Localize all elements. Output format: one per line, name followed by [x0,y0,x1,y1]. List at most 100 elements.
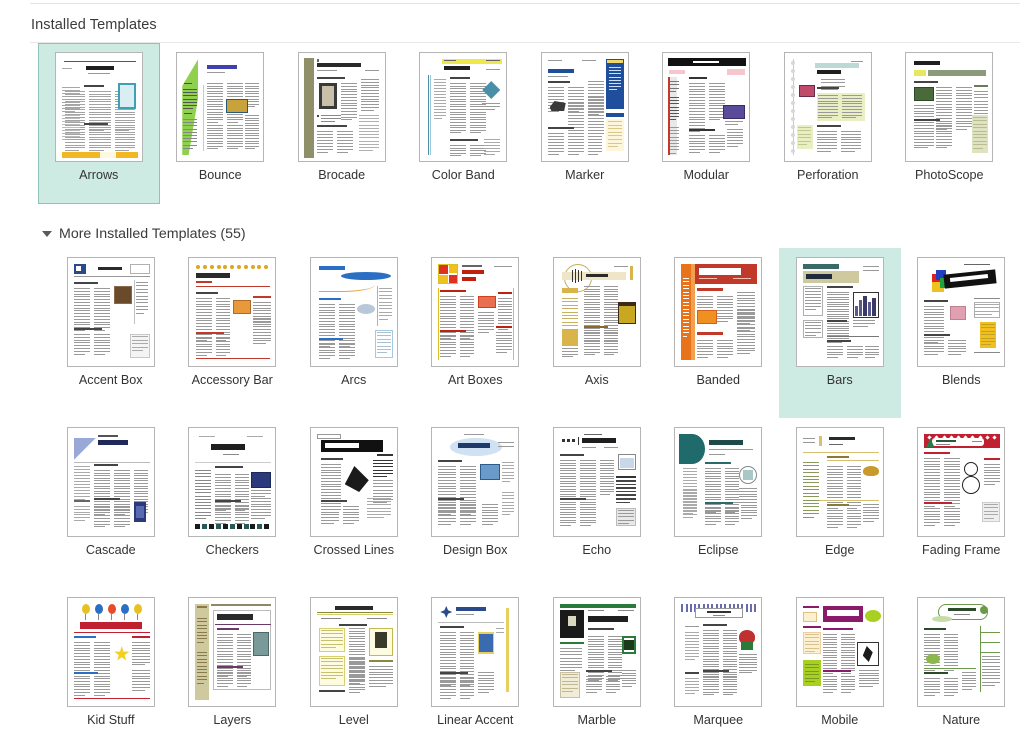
template-item-brocade[interactable]: Brocade [281,43,403,203]
template-thumbnail [783,52,872,162]
template-name-label: Cascade [85,543,136,557]
template-name-label: Layers [213,713,252,727]
template-thumbnail [795,597,884,707]
template-item-eclipse[interactable]: Eclipse [658,418,780,588]
template-thumbnail [674,427,763,537]
template-item-crossed-lines[interactable]: Crossed Lines [293,418,415,588]
template-thumbnail [917,597,1006,707]
template-thumbnail [552,257,641,367]
template-item-axis[interactable]: Axis [536,248,658,418]
installed-templates-grid: Arrows Bounce Brocade Color Band Marker Modul… [38,43,1010,204]
template-thumbnail [188,427,277,537]
template-item-bounce[interactable]: Bounce [160,43,282,203]
template-thumbnail [309,257,398,367]
template-thumbnail [674,257,763,367]
template-item-photoscope[interactable]: PhotoScope [889,43,1011,203]
template-thumbnail [309,597,398,707]
more-installed-templates-label: More Installed Templates (55) [59,226,246,242]
template-item-modular[interactable]: Modular [646,43,768,203]
template-item-color-band[interactable]: Color Band [403,43,525,203]
chevron-down-icon [42,231,52,237]
template-item-marker[interactable]: Marker [524,43,646,203]
template-name-label: Arrows [79,168,119,182]
template-thumbnail [66,597,155,707]
template-name-label: Level [338,713,369,727]
template-thumbnail [431,427,520,537]
template-item-linear-accent[interactable]: Linear Accent [415,588,537,750]
template-thumbnail [552,427,641,537]
template-item-accessory-bar[interactable]: Accessory Bar [172,248,294,418]
template-item-blends[interactable]: Blends [901,248,1020,418]
template-item-perforation[interactable]: Perforation [767,43,889,203]
template-name-label: Edge [825,543,855,557]
template-item-cascade[interactable]: Cascade [50,418,172,588]
template-name-label: PhotoScope [914,168,984,182]
template-thumbnail [540,52,629,162]
template-item-edge[interactable]: Edge [779,418,901,588]
template-name-label: Mobile [821,713,859,727]
more-installed-templates-grid: Accent Box Accessory Bar Arcs Art Boxes Axis… [50,248,1020,750]
template-name-label: Color Band [431,168,495,182]
template-item-arcs[interactable]: Arcs [293,248,415,418]
template-item-banded[interactable]: Banded [658,248,780,418]
template-thumbnail [188,597,277,707]
template-name-label: Accessory Bar [191,373,273,387]
template-name-label: Marble [577,713,617,727]
template-thumbnail [66,257,155,367]
template-thumbnail [309,427,398,537]
template-name-label: Perforation [796,168,859,182]
template-name-label: Eclipse [697,543,739,557]
template-thumbnail [419,52,508,162]
template-name-label: Arcs [341,373,367,387]
template-thumbnail [176,52,265,162]
template-name-label: Bars [826,373,853,387]
top-divider [30,3,1020,4]
template-item-echo[interactable]: Echo [536,418,658,588]
template-thumbnail [795,257,884,367]
template-name-label: Fading Frame [922,543,1001,557]
template-item-level[interactable]: Level [293,588,415,750]
template-thumbnail [54,52,143,162]
template-name-label: Marker [565,168,605,182]
template-thumbnail [674,597,763,707]
template-thumbnail [431,257,520,367]
template-name-label: Brocade [318,168,366,182]
template-gallery-page: Installed Templates Arrows Bounce Brocade C… [0,0,1020,750]
template-name-label: Blends [941,373,981,387]
more-installed-templates-header[interactable]: More Installed Templates (55) [42,226,246,242]
template-item-kid-stuff[interactable]: Kid Stuff [50,588,172,750]
template-name-label: Banded [696,373,740,387]
template-item-mobile[interactable]: Mobile [779,588,901,750]
template-thumbnail [795,427,884,537]
template-thumbnail [917,257,1006,367]
template-name-label: Bounce [198,168,242,182]
template-name-label: Accent Box [78,373,143,387]
template-item-layers[interactable]: Layers [172,588,294,750]
template-thumbnail [905,52,994,162]
template-item-arrows[interactable]: Arrows [38,43,160,204]
template-item-nature[interactable]: Nature [901,588,1020,750]
page-title: Installed Templates [31,17,157,33]
template-thumbnail [917,427,1006,537]
template-name-label: Axis [584,373,609,387]
template-name-label: Modular [683,168,730,182]
template-item-design-box[interactable]: Design Box [415,418,537,588]
template-thumbnail [66,427,155,537]
template-item-checkers[interactable]: Checkers [172,418,294,588]
template-item-marquee[interactable]: Marquee [658,588,780,750]
template-name-label: Marquee [693,713,744,727]
template-thumbnail [188,257,277,367]
template-name-label: Nature [942,713,981,727]
template-item-art-boxes[interactable]: Art Boxes [415,248,537,418]
template-item-bars[interactable]: Bars [779,248,901,418]
template-name-label: Design Box [443,543,508,557]
template-thumbnail [662,52,751,162]
template-item-fading-frame[interactable]: Fading Frame [901,418,1020,588]
template-name-label: Crossed Lines [313,543,394,557]
template-thumbnail [552,597,641,707]
template-item-marble[interactable]: Marble [536,588,658,750]
template-thumbnail [297,52,386,162]
template-name-label: Checkers [205,543,259,557]
template-item-accent-box[interactable]: Accent Box [50,248,172,418]
template-name-label: Echo [582,543,612,557]
